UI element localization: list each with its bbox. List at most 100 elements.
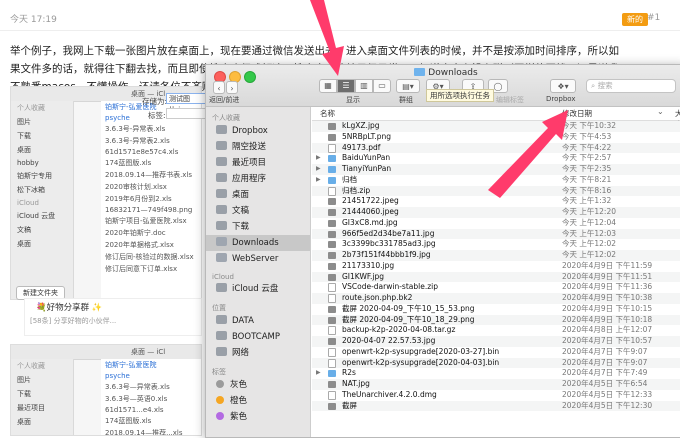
file-row[interactable]: 3c3399bc331785ad3.jpg 今天 上午12:02 <box>312 239 680 250</box>
sidebar-item-bootcamp[interactable]: BOOTCAMP <box>206 329 310 345</box>
dialog-file-item[interactable]: 2019年6月份到2.xls <box>101 193 201 205</box>
dialog-sidebar-item[interactable]: iCloud <box>11 197 73 209</box>
dialog-file-item[interactable]: 铂斯宁-弘爱医院 <box>101 359 201 371</box>
dialog-file-item[interactable]: 2020年单据格式.xlsx <box>101 239 201 251</box>
dialog-file-item[interactable]: 铂斯宁项目-弘爱医院.xlsx <box>101 215 201 227</box>
dialog-sidebar-item[interactable]: hobby <box>11 157 73 169</box>
file-row[interactable]: 2020-04-07 22.57.53.jpg 2020年4月7日 下午10:57 <box>312 336 680 347</box>
file-row[interactable]: openwrt-k2p-sysupgrade[2020-03-27].bin 20… <box>312 347 680 358</box>
sidebar-item-data[interactable]: DATA <box>206 313 310 329</box>
file-row[interactable]: 21173310.jpg 2020年4月9日 下午11:59 <box>312 261 680 272</box>
back-button[interactable]: ‹ <box>213 81 225 94</box>
dialog-file-item[interactable]: 修订后同-核验过的数据.xlsx <box>101 251 201 263</box>
dialog-sidebar-item[interactable]: 最近项目 <box>11 401 73 415</box>
column-header-name[interactable]: 名称 <box>320 108 335 119</box>
dialog-sidebar-item[interactable]: 个人收藏 <box>11 101 73 115</box>
dialog-file-item[interactable]: 2020审核计划.xlsx <box>101 181 201 193</box>
dialog-file-item[interactable]: 2018.09.14—推荐书表.xls <box>101 169 201 181</box>
sidebar-item-dropbox[interactable]: Dropbox <box>206 123 310 139</box>
sidebar-item-隔空投送[interactable]: 隔空投送 <box>206 139 310 155</box>
sidebar-item-紫色[interactable]: 紫色 <box>206 409 310 425</box>
dialog-sidebar-item[interactable]: 个人收藏 <box>11 359 73 373</box>
file-row[interactable]: kLgXZ.jpg 今天 下午10:32 <box>312 121 680 132</box>
tags-field[interactable] <box>166 108 210 119</box>
file-row[interactable]: 49173.pdf 今天 下午4:22 <box>312 142 680 154</box>
file-row[interactable]: ▶ TianyiYunPan 今天 下午2:35 <box>312 164 680 175</box>
sidebar-item-下载[interactable]: 下载 <box>206 219 310 235</box>
file-row[interactable]: TheUnarchiver.4.2.0.dmg 2020年4月5日 下午12:33 <box>312 390 680 401</box>
group-button[interactable]: ▤▾ <box>396 79 420 93</box>
post-floor-number[interactable]: #1 <box>647 13 660 23</box>
column-view-button[interactable]: ▥ <box>355 79 373 93</box>
file-row[interactable]: 5NRBpLT.png 今天 下午4:53 <box>312 132 680 143</box>
search-placeholder: 搜索 <box>597 81 613 90</box>
disclosure-triangle-icon[interactable]: ▶ <box>316 175 321 186</box>
sidebar-item-灰色[interactable]: 灰色 <box>206 377 310 393</box>
file-row[interactable]: VSCode-darwin-stable.zip 2020年4月9日 下午11:3… <box>312 282 680 293</box>
search-field[interactable]: ⌕ 搜索 <box>586 79 676 93</box>
dialog-file-item[interactable]: 16832171—749f498.png <box>101 205 201 215</box>
dialog-file-item[interactable]: psyche <box>101 371 201 381</box>
dialog-sidebar-item[interactable]: 图片 <box>11 115 73 129</box>
dialog-file-item[interactable]: 174蓝图版.xls <box>101 415 201 427</box>
disclosure-triangle-icon[interactable]: ▶ <box>316 368 321 379</box>
file-row[interactable]: ▶ R2s 2020年4月7日 下午7:49 <box>312 368 680 379</box>
dialog-file-item[interactable]: 3.6.3号—异常表.xls <box>101 381 201 393</box>
dialog-file-item[interactable]: 3.6.3号—英语0.xls <box>101 393 201 405</box>
dialog-file-item[interactable]: 3.6.3号-异常表2.xls <box>101 135 201 147</box>
file-row[interactable]: GI3xC8.md.jpg 今天 上午12:04 <box>312 218 680 229</box>
file-row[interactable]: 截屏 2020-04-09_下午10_18_29.png 2020年4月9日 下午… <box>312 314 680 326</box>
file-row[interactable]: 截屏 2020-04-09_下午10_15_53.png 2020年4月9日 下午… <box>312 304 680 315</box>
file-row[interactable]: NAT.jpg 2020年4月5日 下午6:54 <box>312 379 680 390</box>
file-row[interactable]: openwrt-k2p-sysupgrade[2020-04-03].bin 20… <box>312 357 680 369</box>
sidebar-item-橙色[interactable]: 橙色 <box>206 393 310 409</box>
dialog-file-item[interactable]: 174蓝图版.xls <box>101 157 201 169</box>
sidebar-item-文稿[interactable]: 文稿 <box>206 203 310 219</box>
dialog-file-item[interactable]: 2020年铂斯宁.doc <box>101 227 201 239</box>
dialog-sidebar-item[interactable]: 铂斯宁专用 <box>11 169 73 183</box>
sidebar-item-downloads[interactable]: Downloads <box>206 235 310 251</box>
file-row[interactable]: 截屏 2020年4月5日 下午12:30 <box>312 400 680 412</box>
dialog-file-item[interactable]: 修订后同意下订单.xlsx <box>101 263 201 275</box>
dialog-sidebar-item[interactable]: iCloud 云盘 <box>11 209 73 223</box>
file-row[interactable]: 21451722.jpeg 今天 上午1:32 <box>312 196 680 207</box>
file-row[interactable]: route.json.php.bk2 2020年4月9日 下午10:38 <box>312 293 680 304</box>
disclosure-triangle-icon[interactable]: ▶ <box>316 164 321 175</box>
dialog-sidebar-item[interactable]: 文稿 <box>11 223 73 237</box>
dialog-file-item[interactable]: 61d1571e8e57c4.xls <box>101 147 201 157</box>
file-row[interactable]: 21444060.jpeg 今天 上午12:20 <box>312 207 680 218</box>
file-date: 2020年4月9日 下午11:51 <box>562 271 653 281</box>
sidebar-item-网络[interactable]: 网络 <box>206 345 310 361</box>
sidebar-item-最近项目[interactable]: 最近项目 <box>206 155 310 171</box>
file-row[interactable]: ▶ BaiduYunPan 今天 下午2:57 <box>312 153 680 164</box>
dialog-sidebar-item[interactable]: 桌面 <box>11 143 73 157</box>
file-row[interactable]: backup-k2p-2020-04-08.tar.gz 2020年4月8日 上午… <box>312 325 680 336</box>
dialog-file-item[interactable]: 3.6.3号-异常表.xls <box>101 123 201 135</box>
sidebar-item-应用程序[interactable]: 应用程序 <box>206 171 310 187</box>
file-row[interactable]: ▶ 归档 今天 下午8:21 <box>312 175 680 186</box>
dropbox-button[interactable]: ❖▾ <box>550 79 576 93</box>
file-row[interactable]: 归档.zip 今天 下午8:16 <box>312 185 680 197</box>
dialog-sidebar-item[interactable]: 松下冰箱 <box>11 183 73 197</box>
disclosure-triangle-icon[interactable]: ▶ <box>316 153 321 164</box>
file-row[interactable]: GI1KWF.jpg 2020年4月9日 下午11:51 <box>312 271 680 283</box>
gallery-view-button[interactable]: ▭ <box>373 79 391 93</box>
dialog-sidebar-item[interactable]: 下载 <box>11 387 73 401</box>
dialog-sidebar-item[interactable]: 桌面 <box>11 237 73 251</box>
dialog-file-item[interactable]: 2018.09.14—推荐...xls <box>101 427 201 435</box>
list-view-button[interactable]: ☰ <box>337 79 355 93</box>
column-header-date[interactable]: 修改日期 <box>562 108 592 119</box>
icon-view-button[interactable]: ▦ <box>319 79 337 93</box>
sidebar-item-webserver[interactable]: WebServer <box>206 251 310 267</box>
file-row[interactable]: 966f5ed2d34be7a11.jpg 今天 上午12:03 <box>312 228 680 240</box>
save-as-field[interactable]: 测试图片.jpg <box>166 93 210 114</box>
file-row[interactable]: 2b73f151f44bbb1f9.jpg 今天 上午12:02 <box>312 250 680 261</box>
forward-button[interactable]: › <box>226 81 238 94</box>
file-name: 2020-04-07 22.57.53.jpg <box>342 336 436 345</box>
dialog-sidebar-item[interactable]: 下载 <box>11 129 73 143</box>
dialog-sidebar-item[interactable]: 桌面 <box>11 415 73 429</box>
sidebar-item-icloud-云盘[interactable]: iCloud 云盘 <box>206 281 310 297</box>
dialog-file-item[interactable]: 61d1571...e4.xls <box>101 405 201 415</box>
sidebar-item-桌面[interactable]: 桌面 <box>206 187 310 203</box>
dialog-sidebar-item[interactable]: 图片 <box>11 373 73 387</box>
